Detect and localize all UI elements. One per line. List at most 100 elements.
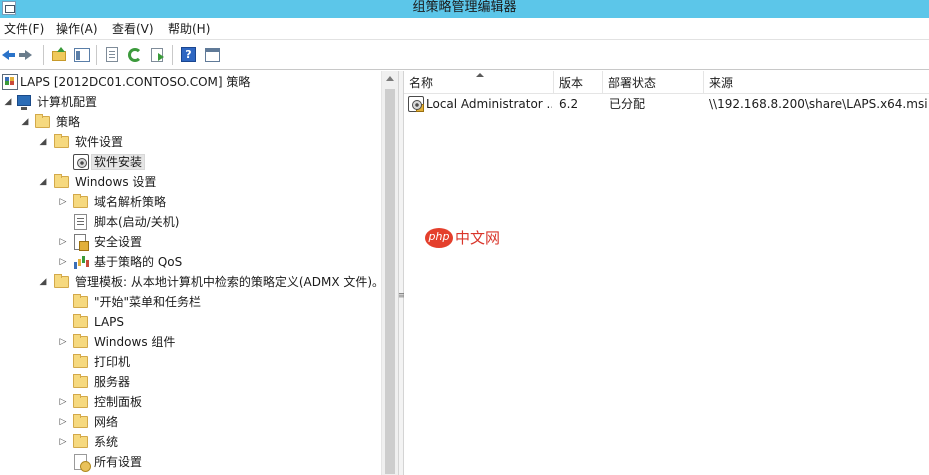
folder-icon bbox=[73, 294, 88, 308]
expand-arrow-icon[interactable]: ▷ bbox=[59, 237, 67, 247]
toolbar-separator bbox=[43, 45, 44, 65]
bar-chart-icon bbox=[73, 254, 89, 270]
expand-arrow-icon[interactable]: ▷ bbox=[59, 257, 67, 267]
tree-item-label: 软件设置 bbox=[75, 135, 124, 149]
tree-item-label: 网络 bbox=[94, 415, 119, 429]
folder-icon bbox=[73, 374, 88, 388]
folder-icon bbox=[73, 414, 88, 428]
expand-arrow-icon[interactable]: ▷ bbox=[59, 437, 67, 447]
tree-item-label: 所有设置 bbox=[94, 455, 143, 469]
collapse-arrow-icon[interactable]: ◢ bbox=[4, 97, 12, 107]
expand-arrow-icon[interactable]: ▷ bbox=[59, 197, 67, 207]
tree-item-admin-templates[interactable]: ◢ 管理模板: 从本地计算机中检索的策略定义(ADMX 文件)。 bbox=[0, 272, 384, 292]
tree-item-software-settings[interactable]: ◢ 软件设置 bbox=[0, 132, 381, 152]
column-header-label: 部署状态 bbox=[608, 76, 657, 90]
folder-up-icon[interactable] bbox=[49, 45, 69, 65]
title-bar: 组策略管理编辑器 bbox=[0, 0, 929, 18]
tree-item-label: LAPS bbox=[94, 315, 125, 329]
toolbar-separator bbox=[96, 45, 97, 65]
cell-source: \\192.168.8.200\share\LAPS.x64.msi bbox=[709, 97, 927, 111]
tree-item-qos[interactable]: ▷ 基于策略的 QoS bbox=[0, 252, 381, 272]
folder-icon bbox=[54, 134, 69, 148]
column-header-label: 名称 bbox=[409, 76, 434, 90]
tree-item-label: 基于策略的 QoS bbox=[94, 255, 183, 269]
tree-item-label: 服务器 bbox=[94, 375, 131, 389]
collapse-arrow-icon[interactable]: ◢ bbox=[39, 277, 47, 287]
script-icon bbox=[74, 214, 87, 230]
all-settings-icon bbox=[74, 454, 91, 472]
tree-item-all-settings[interactable]: 所有设置 bbox=[0, 452, 381, 472]
menu-file[interactable]: 文件(F) bbox=[2, 21, 46, 37]
tree-item-security-settings[interactable]: ▷ 安全设置 bbox=[0, 232, 381, 252]
sort-ascending-icon bbox=[476, 73, 484, 77]
folder-icon bbox=[54, 174, 69, 188]
tree-item-start-menu[interactable]: "开始"菜单和任务栏 bbox=[0, 292, 381, 312]
tree-item-software-install[interactable]: 软件安装 bbox=[0, 152, 381, 172]
tree-item-root[interactable]: LAPS [2012DC01.CONTOSO.COM] 策略 bbox=[0, 72, 381, 92]
refresh-icon[interactable] bbox=[125, 45, 145, 65]
tree-item-label: 系统 bbox=[94, 435, 119, 449]
expand-arrow-icon[interactable]: ▷ bbox=[59, 397, 67, 407]
tree-scrollbar[interactable] bbox=[381, 71, 398, 475]
toolbar-separator bbox=[172, 45, 173, 65]
cell-deploy-state: 已分配 bbox=[609, 97, 646, 111]
folder-icon bbox=[73, 434, 88, 448]
php-logo-text: php bbox=[428, 230, 450, 243]
computer-icon bbox=[17, 95, 31, 110]
watermark-text: 中文网 bbox=[455, 229, 501, 247]
tree-item-label: 策略 bbox=[56, 115, 81, 129]
gpo-icon bbox=[2, 74, 18, 90]
folder-icon bbox=[73, 354, 88, 368]
cell-version: 6.2 bbox=[559, 97, 579, 111]
tree-item-scripts[interactable]: 脚本(启动/关机) bbox=[0, 212, 381, 232]
expand-arrow-icon[interactable]: ▷ bbox=[59, 337, 67, 347]
collapse-arrow-icon[interactable]: ◢ bbox=[21, 117, 29, 127]
help-icon[interactable]: ? bbox=[178, 45, 198, 65]
tree-item-label: 控制面板 bbox=[94, 395, 143, 409]
back-arrow-icon[interactable] bbox=[0, 45, 20, 65]
cell-name: Local Administrator ... bbox=[426, 97, 552, 111]
console-tree[interactable]: LAPS [2012DC01.CONTOSO.COM] 策略 ◢ 计算机配置 ◢… bbox=[0, 71, 384, 475]
export-list-icon[interactable] bbox=[148, 45, 168, 65]
expand-arrow-icon[interactable]: ▷ bbox=[59, 417, 67, 427]
tree-item-policies[interactable]: ◢ 策略 bbox=[0, 112, 381, 132]
folder-icon bbox=[73, 314, 88, 328]
tree-item-computer-config[interactable]: ◢ 计算机配置 bbox=[0, 92, 381, 112]
tree-item-label: "开始"菜单和任务栏 bbox=[94, 295, 202, 309]
tree-item-label: 域名解析策略 bbox=[94, 195, 167, 209]
scrollbar-thumb[interactable] bbox=[385, 89, 395, 474]
tree-item-windows-components[interactable]: ▷ Windows 组件 bbox=[0, 332, 381, 352]
collapse-arrow-icon[interactable]: ◢ bbox=[39, 177, 47, 187]
folder-icon bbox=[35, 114, 50, 128]
tree-item-printers[interactable]: 打印机 bbox=[0, 352, 381, 372]
menu-action[interactable]: 操作(A) bbox=[54, 21, 100, 37]
list-item[interactable]: Local Administrator ... 6.2 已分配 \\192.16… bbox=[404, 94, 929, 114]
scroll-up-arrow-icon[interactable] bbox=[386, 76, 394, 81]
properties-icon[interactable] bbox=[102, 45, 122, 65]
menu-help[interactable]: 帮助(H) bbox=[166, 21, 212, 37]
folder-icon bbox=[54, 274, 69, 288]
menu-bar: 文件(F) 操作(A) 查看(V) 帮助(H) bbox=[0, 18, 929, 40]
folder-icon bbox=[73, 334, 88, 348]
tree-item-network[interactable]: ▷ 网络 bbox=[0, 412, 381, 432]
tree-item-label: 安全设置 bbox=[94, 235, 143, 249]
column-header-name[interactable]: 名称 bbox=[404, 71, 554, 94]
folder-icon bbox=[73, 394, 88, 408]
menu-view[interactable]: 查看(V) bbox=[110, 21, 156, 37]
tree-item-laps[interactable]: LAPS bbox=[0, 312, 381, 332]
tree-item-windows-settings[interactable]: ◢ Windows 设置 bbox=[0, 172, 381, 192]
column-header-version[interactable]: 版本 bbox=[554, 71, 603, 94]
toolbar: ? bbox=[0, 40, 929, 70]
tree-item-name-resolution[interactable]: ▷ 域名解析策略 bbox=[0, 192, 381, 212]
column-header-deploy-state[interactable]: 部署状态 bbox=[603, 71, 704, 94]
collapse-arrow-icon[interactable]: ◢ bbox=[39, 137, 47, 147]
tree-item-system[interactable]: ▷ 系统 bbox=[0, 432, 381, 452]
forward-arrow-icon[interactable] bbox=[19, 45, 39, 65]
tree-item-label: LAPS [2012DC01.CONTOSO.COM] 策略 bbox=[20, 75, 251, 89]
column-header-source[interactable]: 来源 bbox=[704, 71, 929, 94]
details-list[interactable]: 名称 版本 部署状态 来源 Local Administrator ... 6.… bbox=[404, 71, 929, 475]
new-window-icon[interactable] bbox=[202, 45, 222, 65]
tree-item-control-panel[interactable]: ▷ 控制面板 bbox=[0, 392, 381, 412]
show-hide-tree-icon[interactable] bbox=[72, 45, 92, 65]
tree-item-server[interactable]: 服务器 bbox=[0, 372, 381, 392]
